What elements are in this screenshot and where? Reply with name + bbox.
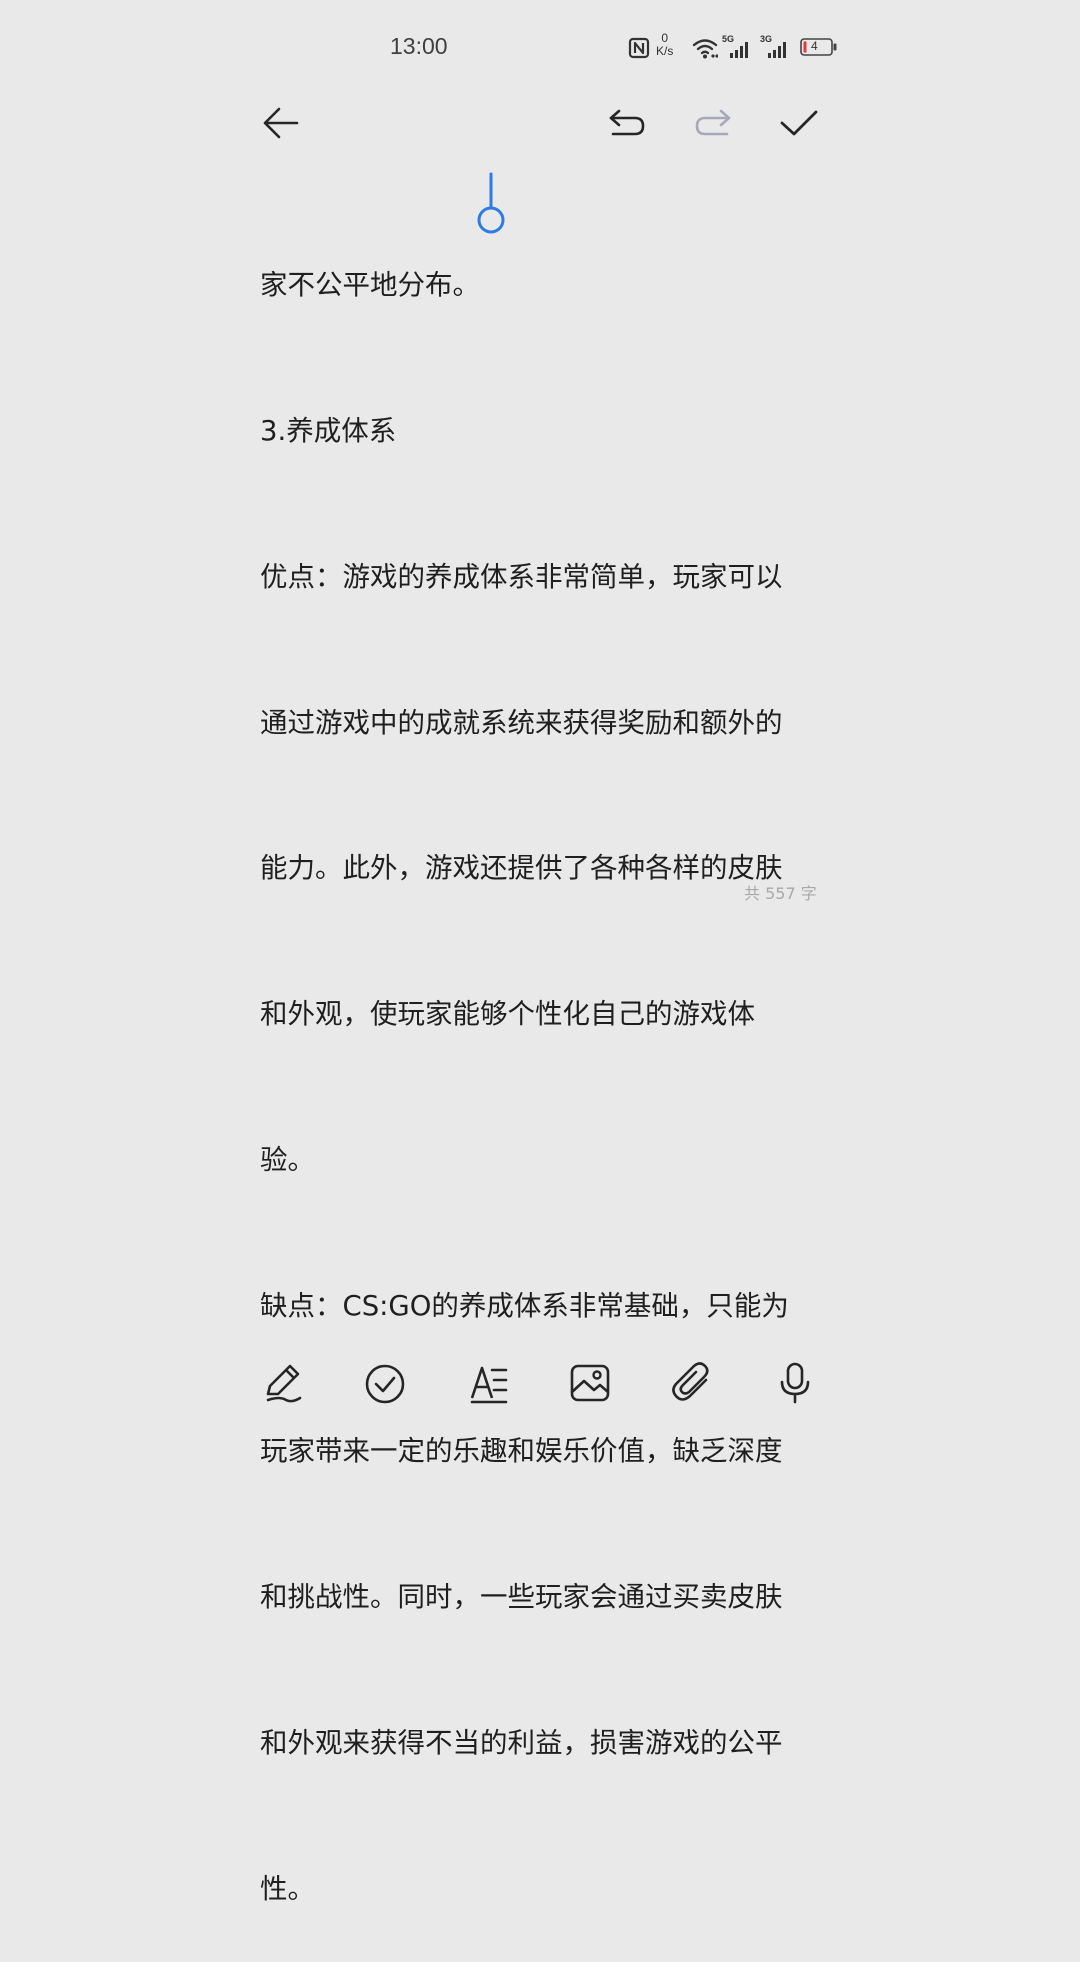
net-speed: 0 K/s — [656, 32, 673, 58]
redo-icon — [695, 109, 731, 136]
checklist-icon — [365, 1364, 405, 1404]
note-line: 优点：游戏的养成体系非常简单，玩家可以 — [260, 560, 783, 593]
handwriting-button[interactable] — [258, 1358, 306, 1406]
note-line: 和外观，使玩家能够个性化自己的游戏体 — [260, 998, 755, 1031]
note-editor[interactable]: 家不公平地分布。 3.养成体系 优点：游戏的养成体系非常简单，玩家可以 通过游戏… — [260, 164, 820, 1962]
note-line: 和挑战性。同时，一些玩家会通过买卖皮肤 — [260, 1581, 783, 1614]
note-line: 3.养成体系 — [260, 414, 397, 447]
microphone-icon — [780, 1362, 810, 1404]
image-button[interactable] — [566, 1358, 614, 1406]
note-line: 性。 — [260, 1872, 315, 1905]
redo-button[interactable] — [686, 96, 740, 150]
note-line: 通过游戏中的成就系统来获得奖励和额外的 — [260, 706, 783, 739]
wifi-icon — [692, 39, 718, 59]
battery-icon: 4 — [800, 38, 838, 56]
status-time: 13:00 — [390, 33, 448, 59]
undo-button[interactable] — [600, 96, 654, 150]
editor-toolbar — [0, 96, 1080, 156]
text-format-button[interactable] — [464, 1358, 512, 1406]
check-icon — [780, 110, 818, 136]
image-icon — [570, 1364, 610, 1402]
back-arrow-icon — [263, 107, 299, 139]
note-line: 家不公平地分布。 — [260, 269, 480, 302]
done-button[interactable] — [772, 96, 826, 150]
attachment-icon — [672, 1362, 709, 1401]
note-line: 缺点：CS:GO的养成体系非常基础，只能为 — [260, 1289, 789, 1322]
nfc-icon — [628, 37, 650, 59]
bottom-toolbar — [0, 1350, 1080, 1410]
attachment-button[interactable] — [668, 1358, 716, 1406]
signal-5g-icon: 5G — [722, 34, 752, 60]
status-bar: 13:00 0 K/s 5G 3G 4 — [0, 0, 1080, 96]
signal-3g-icon: 3G — [760, 34, 790, 60]
note-line: 和外观来获得不当的利益，损害游戏的公平 — [260, 1727, 783, 1759]
note-line: 玩家带来一定的乐趣和娱乐价值，缺乏深度 — [260, 1435, 783, 1468]
note-line: 能力。此外，游戏还提供了各种各样的皮肤 — [260, 852, 783, 885]
undo-icon — [609, 109, 645, 136]
text-cursor-handle[interactable] — [476, 172, 506, 236]
status-icons: 0 K/s 5G 3G 4 — [626, 32, 840, 62]
text-format-icon — [470, 1366, 508, 1404]
checklist-button[interactable] — [361, 1358, 409, 1406]
back-button[interactable] — [254, 96, 308, 150]
note-line: 验。 — [260, 1143, 315, 1176]
word-count: 共 557 字 — [744, 884, 817, 903]
net-speed-unit: K/s — [656, 44, 674, 58]
battery-level: 4 — [811, 39, 818, 53]
handwriting-pen-icon — [266, 1364, 302, 1403]
voice-input-button[interactable] — [771, 1358, 819, 1406]
